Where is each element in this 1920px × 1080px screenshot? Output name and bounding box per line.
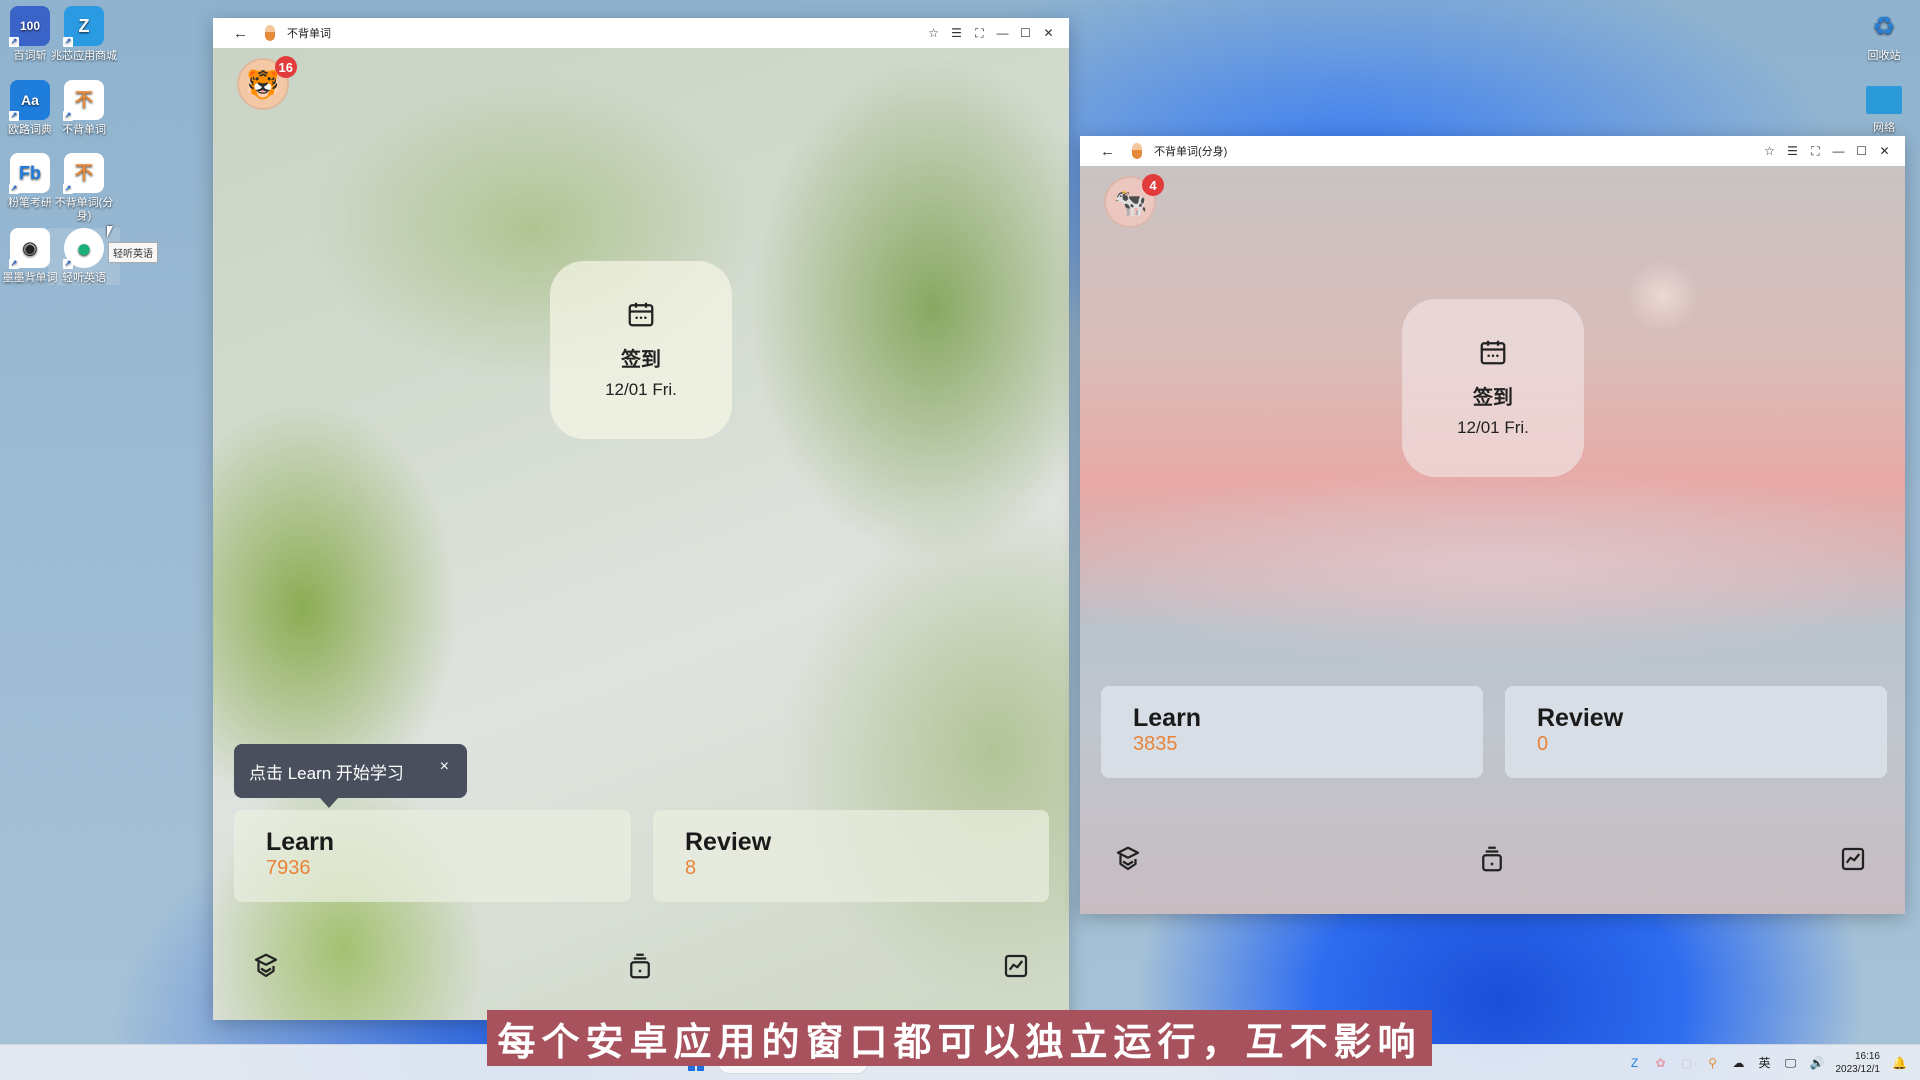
- calendar-icon: [628, 302, 654, 327]
- notification-badge: 4: [1142, 174, 1164, 196]
- word-box-icon[interactable]: [1477, 844, 1507, 874]
- fenbi-icon: Fb ↗: [9, 153, 50, 194]
- menu-icon[interactable]: ☰: [950, 26, 963, 40]
- review-card[interactable]: Review 0: [1505, 686, 1887, 778]
- learn-label: Learn: [266, 828, 335, 856]
- back-arrow-icon[interactable]: ←: [233, 25, 255, 42]
- app-logo-icon: [265, 25, 275, 41]
- system-tray: Z ✿ ▢ ⚲ ☁ 英 🖵 🔊 16:16 2023/12/1 🔔: [1628, 1045, 1907, 1080]
- review-count: 0: [1537, 733, 1549, 755]
- calendar-icon: [1480, 340, 1506, 365]
- checkin-label: 签到: [621, 349, 661, 371]
- eudic-icon: Aa ↗: [9, 80, 50, 121]
- fullscreen-icon[interactable]: ⛶: [973, 26, 986, 41]
- taskbar-clock[interactable]: 16:16 2023/12/1: [1836, 1050, 1881, 1076]
- volume-icon[interactable]: 🔊: [1810, 1056, 1825, 1070]
- cow-avatar-icon: 🐄: [1112, 186, 1148, 218]
- window-titlebar: ← 不背单词(分身) ☆ ☰ ⛶ — ☐ ✕: [1080, 136, 1905, 166]
- qingting-icon: ● ↗: [63, 228, 104, 269]
- stats-icon[interactable]: [1001, 951, 1031, 981]
- network-icon: [1866, 86, 1902, 114]
- ime-indicator[interactable]: 英: [1758, 1056, 1772, 1070]
- network-tray-icon[interactable]: 🖵: [1784, 1056, 1798, 1070]
- learn-guide-tooltip: 点击 Learn 开始学习 ×: [234, 744, 467, 808]
- review-card[interactable]: Review 8: [653, 810, 1049, 902]
- pin-icon[interactable]: ☆: [927, 26, 940, 40]
- baicizhan-icon: 100 ↗: [9, 6, 50, 47]
- bubei-icon: 不 ↗: [63, 80, 104, 121]
- desktop-icon-label: 不背单词(分身): [54, 197, 114, 222]
- recycle-bin-icon: ♻: [1872, 10, 1896, 41]
- clock-date: 2023/12/1: [1835, 1064, 1881, 1075]
- menu-icon[interactable]: ☰: [1786, 144, 1799, 158]
- back-arrow-icon[interactable]: ←: [1100, 143, 1122, 160]
- checkin-label: 签到: [1473, 387, 1513, 409]
- pin-icon[interactable]: ☆: [1763, 144, 1776, 158]
- maximize-icon[interactable]: ☐: [1019, 26, 1032, 40]
- notification-bell-icon[interactable]: 🔔: [1892, 1056, 1907, 1070]
- learn-card[interactable]: Learn 3835: [1101, 686, 1483, 778]
- desktop-icon-label: 兆芯应用商城: [51, 50, 117, 62]
- mouse-cursor: [107, 226, 113, 238]
- flower-tray-icon[interactable]: ✿: [1654, 1056, 1668, 1070]
- stats-icon[interactable]: [1838, 844, 1868, 874]
- cloud-tray-icon[interactable]: ☁: [1732, 1056, 1746, 1070]
- app-store-tray-icon[interactable]: Z: [1628, 1056, 1642, 1070]
- app-store-icon: Z ↗: [63, 6, 104, 47]
- desktop-icon-recycle-bin[interactable]: ♻ 回收站: [1848, 6, 1920, 63]
- window-controls: ☆ ☰ ⛶ — ☐ ✕: [927, 26, 1055, 41]
- avatar[interactable]: 🐯 16: [237, 56, 297, 110]
- window-title: 不背单词: [287, 28, 331, 40]
- desktop-icon-network[interactable]: 网络: [1848, 80, 1920, 135]
- study-icon[interactable]: [1113, 844, 1143, 874]
- desktop-icon-bubei[interactable]: 不 ↗ 不背单词: [48, 80, 120, 137]
- review-count: 8: [685, 857, 697, 879]
- clock-time: 16:16: [1854, 1051, 1880, 1062]
- desktop-icon-bubei-clone[interactable]: 不 ↗ 不背单词(分身): [48, 153, 120, 223]
- review-label: Review: [1537, 704, 1624, 732]
- checkin-button[interactable]: 签到 12/01 Fri.: [1402, 299, 1584, 477]
- checkin-date: 12/01 Fri.: [1457, 418, 1529, 437]
- word-box-icon[interactable]: [625, 951, 655, 981]
- window-titlebar: ← 不背单词 ☆ ☰ ⛶ — ☐ ✕: [213, 18, 1069, 48]
- minimize-icon[interactable]: —: [996, 26, 1009, 40]
- momo-icon: ◉ ↗: [9, 228, 50, 269]
- background-image-desert: [1080, 166, 1905, 914]
- desktop-icon-label: 网络: [1873, 122, 1895, 134]
- search-tray-icon[interactable]: ⚲: [1706, 1056, 1720, 1070]
- window-controls: ☆ ☰ ⛶ — ☐ ✕: [1763, 144, 1891, 159]
- desktop-icon-label: 不背单词: [62, 124, 106, 136]
- learn-card[interactable]: Learn 7936: [234, 810, 631, 902]
- bubei-clone-icon: 不 ↗: [63, 153, 104, 194]
- desktop-icon-label: 回收站: [1867, 50, 1901, 62]
- minimize-icon[interactable]: —: [1832, 144, 1845, 158]
- window-tray-icon[interactable]: ▢: [1680, 1056, 1694, 1070]
- close-icon[interactable]: ✕: [1878, 144, 1891, 158]
- guide-text: 点击 Learn 开始学习: [249, 763, 404, 783]
- video-subtitle: 每个安卓应用的窗口都可以独立运行，互不影响: [487, 1010, 1432, 1066]
- checkin-button[interactable]: 签到 12/01 Fri.: [550, 261, 732, 439]
- guide-close-button[interactable]: ×: [440, 758, 449, 776]
- maximize-icon[interactable]: ☐: [1855, 144, 1868, 158]
- review-label: Review: [685, 828, 772, 856]
- study-icon[interactable]: [251, 951, 281, 981]
- notification-badge: 16: [274, 56, 297, 78]
- desktop-hover-tooltip: 轻听英语: [108, 242, 158, 263]
- avatar[interactable]: 🐄 4: [1104, 174, 1164, 228]
- app-window-clone: ← 不背单词(分身) ☆ ☰ ⛶ — ☐ ✕ 🐄 4 签到 12/01 Fri.…: [1080, 136, 1905, 914]
- desktop-icon-app-store[interactable]: Z ↗ 兆芯应用商城: [48, 6, 120, 63]
- tiger-avatar-icon: 🐯: [245, 68, 281, 100]
- checkin-date: 12/01 Fri.: [605, 380, 677, 399]
- learn-label: Learn: [1133, 704, 1202, 732]
- window-title: 不背单词(分身): [1154, 146, 1228, 158]
- close-icon[interactable]: ✕: [1042, 26, 1055, 40]
- learn-count: 7936: [266, 857, 311, 879]
- fullscreen-icon[interactable]: ⛶: [1809, 144, 1822, 159]
- app-logo-icon: [1132, 143, 1142, 159]
- learn-count: 3835: [1133, 733, 1178, 755]
- app-window-main: ← 不背单词 ☆ ☰ ⛶ — ☐ ✕ 🐯 16 签到 12/01 Fri. 点击…: [213, 18, 1069, 1020]
- desktop-icon-label: 轻听英语: [62, 272, 106, 284]
